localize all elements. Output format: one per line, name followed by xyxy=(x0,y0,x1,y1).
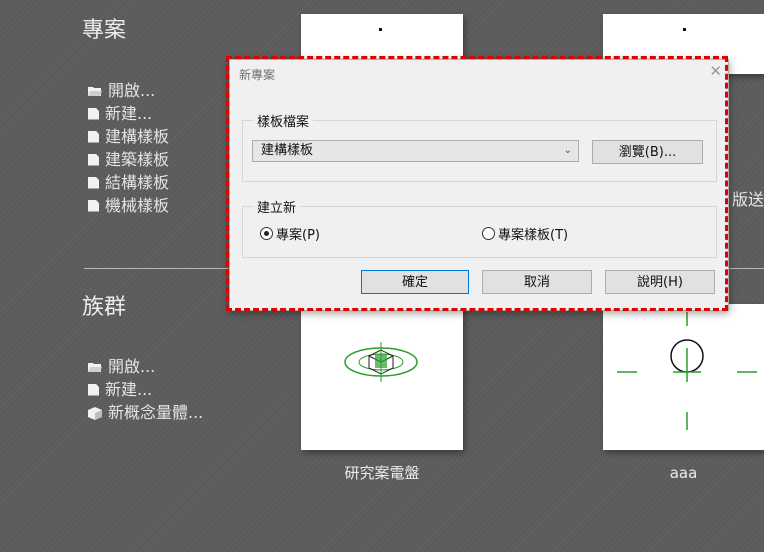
radio-template-label: 專案樣板(T) xyxy=(498,228,569,243)
thumbnail-mark xyxy=(683,28,686,31)
recent-family-label-1[interactable]: 研究案電盤 xyxy=(301,462,463,483)
radio-template-option[interactable]: 專案樣板(T) xyxy=(482,224,568,243)
template-select-value: 建構樣板 xyxy=(261,143,314,158)
project-new-label: 新建... xyxy=(105,104,153,123)
recent-family-label-2[interactable]: aaa xyxy=(603,464,764,482)
doc-icon xyxy=(88,130,99,143)
close-icon[interactable]: ✕ xyxy=(709,64,722,79)
family-new-item[interactable]: 新建... xyxy=(88,378,203,401)
family-open-label: 開啟... xyxy=(108,357,156,376)
chevron-down-icon[interactable]: ⌄ xyxy=(564,141,572,161)
dialog-title: 新專案 xyxy=(239,68,276,82)
folder-icon xyxy=(88,85,102,97)
project-template-structure[interactable]: 結構樣板 xyxy=(88,171,169,194)
cube-icon xyxy=(88,406,102,420)
family-open-item[interactable]: 開啟... xyxy=(88,355,203,378)
template-structure-label: 結構樣板 xyxy=(105,173,170,192)
thumbnail-mark xyxy=(379,28,382,31)
doc-icon xyxy=(88,199,99,212)
browse-button[interactable]: 瀏覽(B)... xyxy=(592,140,703,164)
radio-template[interactable] xyxy=(482,227,495,240)
ok-button[interactable]: 確定 xyxy=(361,270,469,294)
template-construction-label: 建構樣板 xyxy=(105,127,170,146)
family-new-label: 新建... xyxy=(105,380,153,399)
background-text-fragment: 版送 xyxy=(732,190,764,209)
help-button[interactable]: 說明(H) xyxy=(605,270,715,294)
template-select[interactable]: 建構樣板 ⌄ xyxy=(252,140,579,162)
template-architecture-label: 建築樣板 xyxy=(105,150,170,169)
radio-project[interactable] xyxy=(260,227,273,240)
project-menu: 開啟... 新建... 建構樣板 建築樣板 結構樣板 機械樣板 xyxy=(88,79,169,217)
radio-project-option[interactable]: 專案(P) xyxy=(260,224,320,243)
family-section-title: 族群 xyxy=(82,295,127,320)
new-doc-icon xyxy=(88,107,99,120)
folder-icon xyxy=(88,361,102,373)
create-new-group-label: 建立新 xyxy=(253,197,301,216)
template-file-group-label: 樣板檔案 xyxy=(253,111,314,130)
recent-family-thumbnail-2[interactable] xyxy=(603,304,764,450)
project-new-item[interactable]: 新建... xyxy=(88,102,169,125)
family-new-mass-item[interactable]: 新概念量體... xyxy=(88,401,203,424)
doc-icon xyxy=(88,153,99,166)
new-project-dialog: 新專案 ✕ 樣板檔案 建構樣板 ⌄ 瀏覽(B)... 建立新 專案(P) 專案樣… xyxy=(229,59,729,311)
cancel-button[interactable]: 取消 xyxy=(482,270,592,294)
project-open-label: 開啟... xyxy=(108,81,156,100)
project-template-architecture[interactable]: 建築樣板 xyxy=(88,148,169,171)
recent-family-thumbnail-1[interactable] xyxy=(301,304,463,450)
mass-equipment-icon xyxy=(344,342,418,382)
family-menu: 開啟... 新建... 新概念量體... xyxy=(88,355,203,424)
template-mechanical-label: 機械樣板 xyxy=(105,196,170,215)
project-section-title: 專案 xyxy=(82,18,127,43)
project-open-item[interactable]: 開啟... xyxy=(88,79,169,102)
project-template-mechanical[interactable]: 機械樣板 xyxy=(88,194,169,217)
project-template-construction[interactable]: 建構樣板 xyxy=(88,125,169,148)
new-doc-icon xyxy=(88,383,99,396)
family-new-mass-label: 新概念量體... xyxy=(108,403,204,422)
symbol-circle-icon xyxy=(617,312,757,430)
radio-project-label: 專案(P) xyxy=(276,228,320,243)
doc-icon xyxy=(88,176,99,189)
